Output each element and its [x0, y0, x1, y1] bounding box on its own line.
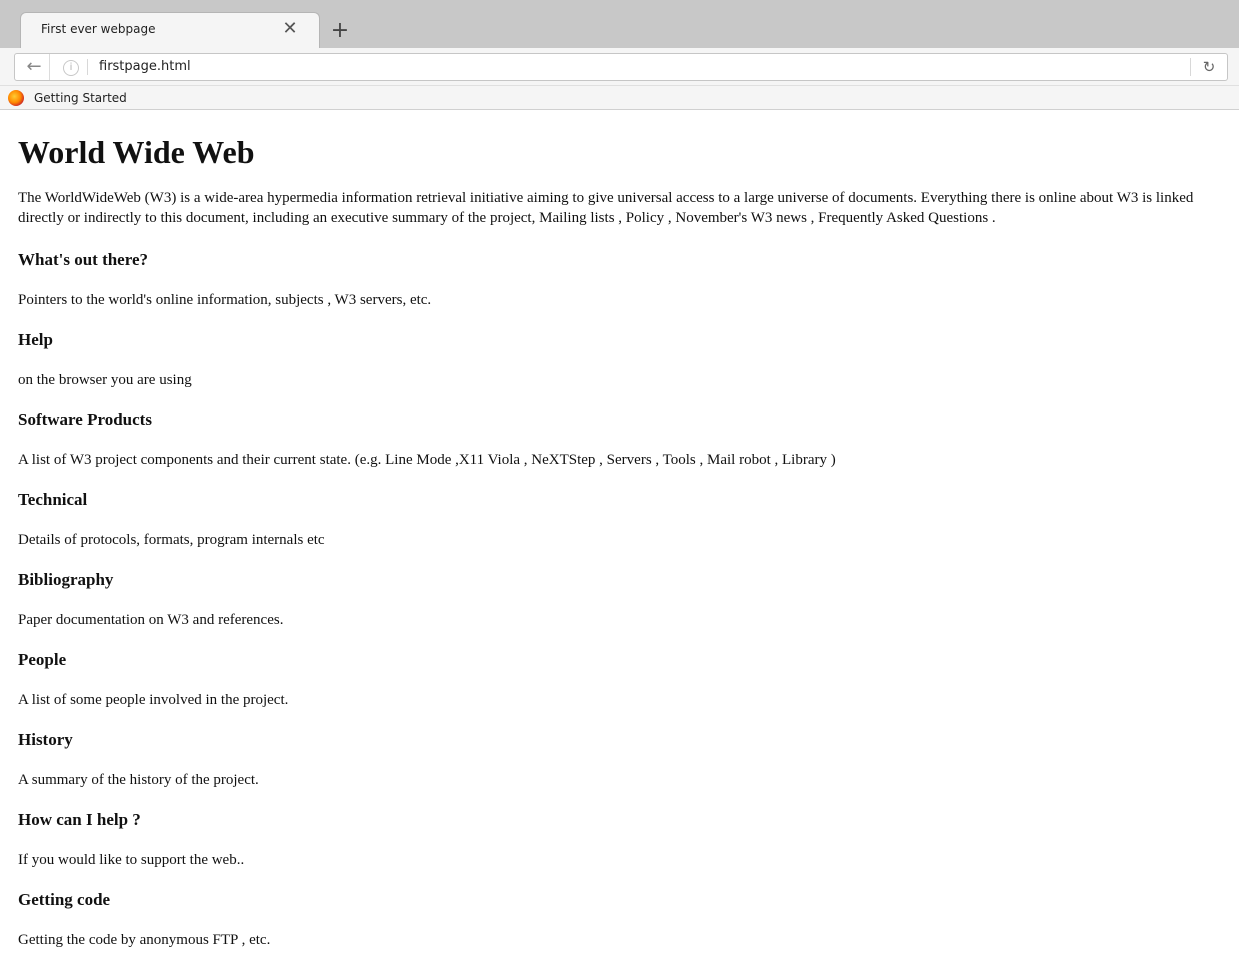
bookmarks-toolbar: Getting Started — [0, 86, 1239, 110]
section-text: Pointers to the world's online informati… — [18, 292, 432, 308]
address-bar[interactable]: ← i firstpage.html ↻ — [14, 53, 1228, 81]
section-text: A summary of the history of the project. — [18, 772, 259, 788]
firefox-icon — [8, 90, 24, 106]
section-text: Details of protocols, formats, program i… — [18, 532, 325, 548]
section-heading: History — [18, 730, 73, 749]
bookmark-getting-started[interactable]: Getting Started — [8, 88, 127, 108]
reload-icon[interactable]: ↻ — [1195, 54, 1223, 80]
section-heading: Bibliography — [18, 570, 114, 589]
info-icon[interactable]: i — [63, 60, 79, 76]
browser-titlebar: First ever webpage ✕ + — [0, 0, 1239, 48]
browser-tab-active[interactable]: First ever webpage ✕ — [20, 12, 320, 48]
url-input[interactable]: firstpage.html — [99, 59, 191, 74]
browser-navbar: ← i firstpage.html ↻ — [0, 48, 1239, 86]
section-heading: What's out there? — [18, 250, 149, 269]
section-heading: Getting code — [18, 890, 111, 909]
intro-paragraph: The WorldWideWeb (W3) is a wide-area hyp… — [18, 190, 1194, 226]
section-text: on the browser you are using — [18, 372, 192, 388]
section-text: A list of some people involved in the pr… — [18, 692, 289, 708]
section-heading: Help — [18, 330, 53, 349]
page-title: World Wide Web — [18, 134, 255, 170]
reload-divider — [1190, 58, 1191, 76]
section-text: Paper documentation on W3 and references… — [18, 612, 284, 628]
section-heading: Software Products — [18, 410, 152, 429]
section-text: If you would like to support the web.. — [18, 852, 245, 868]
section-heading: Technical — [18, 490, 88, 509]
back-arrow-icon[interactable]: ← — [19, 54, 50, 80]
close-tab-icon[interactable]: ✕ — [279, 18, 301, 40]
section-text: A list of W3 project components and thei… — [18, 452, 836, 468]
url-divider — [87, 59, 88, 75]
new-tab-icon[interactable]: + — [326, 18, 354, 44]
section-heading: People — [18, 650, 67, 669]
section-text: Getting the code by anonymous FTP , etc. — [18, 932, 271, 948]
section-heading: How can I help ? — [18, 810, 141, 829]
bookmark-label: Getting Started — [34, 91, 127, 105]
tab-title: First ever webpage — [41, 22, 156, 36]
page-content: World Wide Web The WorldWideWeb (W3) is … — [18, 110, 1232, 950]
